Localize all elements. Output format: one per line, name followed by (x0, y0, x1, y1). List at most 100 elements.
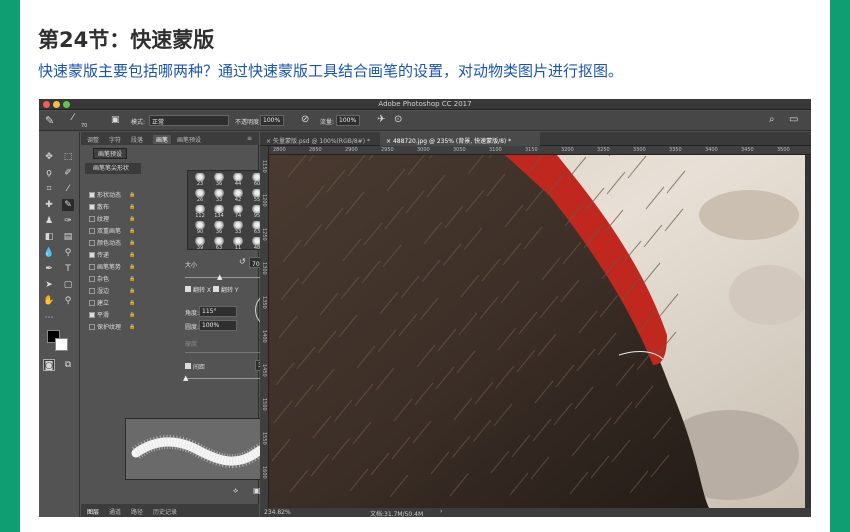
move-tool-icon[interactable]: ✥ (43, 151, 55, 163)
unchecked-checkbox[interactable] (89, 240, 95, 246)
brush-tip-cell[interactable]: 36 (209, 173, 229, 190)
unchecked-checkbox[interactable] (89, 264, 95, 270)
tab-paths[interactable]: 路径 (131, 507, 143, 516)
reset-size-icon[interactable]: ↺ (239, 257, 246, 266)
zoom-tool-icon[interactable]: ⚲ (62, 295, 74, 307)
brush-panel-toggle-icon[interactable]: ▣ (111, 115, 120, 125)
brush-setting-row[interactable]: 颜色动态 🔒 (89, 238, 145, 249)
checked-checkbox[interactable] (89, 252, 95, 258)
quick-mask-icon[interactable]: ◙ (43, 359, 55, 371)
tab-history[interactable]: 历史记录 (153, 507, 177, 516)
brush-setting-row[interactable]: 传递 🔒 (89, 250, 145, 261)
crop-tool-icon[interactable]: ⌗ (43, 183, 55, 195)
brush-presets-button[interactable]: 画笔预设 (93, 148, 127, 159)
brush-tip-cell[interactable]: 63 (209, 237, 229, 254)
brush-tip-cell[interactable]: 74 (228, 205, 248, 222)
workspace-icon[interactable]: ▭ (789, 114, 798, 125)
shape-tool-icon[interactable]: ▢ (62, 279, 74, 291)
unchecked-checkbox[interactable] (89, 276, 95, 282)
brush-setting-row[interactable]: 建立 🔒 (89, 298, 145, 309)
brush-tool-icon[interactable]: ✎ (62, 199, 74, 211)
brush-tip-cell[interactable]: 42 (228, 189, 248, 206)
eyedropper-tool-icon[interactable]: ⁄ (62, 183, 74, 195)
more-tools-icon[interactable]: ⋯ (43, 312, 55, 324)
pressure-opacity-icon[interactable]: ⊘ (301, 114, 309, 125)
brush-setting-row[interactable]: 双重画笔 🔒 (89, 226, 145, 237)
checked-checkbox[interactable] (89, 312, 95, 318)
lock-icon[interactable]: 🔒 (129, 238, 135, 249)
flip-x-checkbox[interactable]: 翻转 X (185, 285, 211, 294)
dodge-tool-icon[interactable]: ⚲ (62, 247, 74, 259)
brush-setting-row[interactable]: 保护纹理 🔒 (89, 322, 145, 333)
healing-tool-icon[interactable]: ✚ (43, 199, 55, 211)
unchecked-checkbox[interactable] (89, 300, 95, 306)
mode-select[interactable]: 正常 (149, 115, 229, 126)
brush-tip-cell[interactable]: 26 (190, 189, 210, 206)
tab-layers[interactable]: 图层 (87, 507, 99, 516)
search-icon[interactable]: ⌕ (769, 114, 775, 125)
blur-tool-icon[interactable]: 💧 (43, 247, 55, 259)
lock-icon[interactable]: 🔒 (129, 226, 135, 237)
stamp-tool-icon[interactable]: ♟ (43, 215, 55, 227)
doc-tab-quick-mask[interactable]: × 488720.jpg @ 235% (背景, 快速蒙版/8) * (380, 132, 540, 146)
brush-tip-cell[interactable]: 134 (209, 205, 229, 222)
brush-tip-cell[interactable]: 90 (190, 221, 210, 238)
lock-icon[interactable]: 🔒 (129, 322, 135, 333)
vertical-scrollbar[interactable] (805, 155, 811, 508)
brush-tip-cell[interactable]: 33 (228, 221, 248, 238)
brush-tip-cell[interactable]: 23 (190, 173, 210, 190)
brush-tip-cell[interactable]: 44 (228, 173, 248, 190)
unchecked-checkbox[interactable] (89, 228, 95, 234)
checked-checkbox[interactable] (89, 192, 95, 198)
marquee-tool-icon[interactable]: ⬚ (62, 151, 74, 163)
brush-preset-picker-icon[interactable]: ⁄ (72, 113, 74, 123)
brush-tip-cell[interactable]: 11 (228, 237, 248, 254)
tab-channels[interactable]: 通道 (109, 507, 121, 516)
brush-tip-cell[interactable]: 33 (209, 189, 229, 206)
lock-icon[interactable]: 🔒 (129, 190, 135, 201)
lock-icon[interactable]: 🔒 (129, 250, 135, 261)
lasso-tool-icon[interactable]: ϙ (43, 167, 55, 179)
brush-tip-shape[interactable]: 画笔笔尖形状 (85, 163, 141, 174)
zoom-readout[interactable]: 234.82% (264, 509, 291, 516)
brush-tip-cell[interactable]: 112 (190, 205, 210, 222)
lock-icon[interactable]: 🔒 (129, 310, 135, 321)
brush-setting-row[interactable]: 纹理 🔒 (89, 214, 145, 225)
brush-setting-row[interactable]: 画笔笔势 🔒 (89, 262, 145, 273)
angle-field[interactable]: 115° (199, 306, 237, 317)
hand-tool-icon[interactable]: ✋ (43, 295, 55, 307)
opacity-field[interactable]: 100% (260, 115, 284, 126)
unchecked-checkbox[interactable] (89, 216, 95, 222)
checked-checkbox[interactable] (89, 204, 95, 210)
status-menu-icon[interactable]: › (440, 508, 442, 515)
brush-tool-icon[interactable]: ✎ (45, 114, 54, 127)
gradient-tool-icon[interactable]: ▤ (62, 231, 74, 243)
brush-tip-cell[interactable]: 39 (190, 237, 210, 254)
tab-brush-presets[interactable]: 画笔预设 (177, 135, 201, 144)
type-tool-icon[interactable]: T (62, 263, 74, 275)
pressure-size-icon[interactable]: ⊙ (394, 114, 402, 125)
roundness-field[interactable]: 100% (199, 320, 237, 331)
lock-icon[interactable]: 🔒 (129, 202, 135, 213)
brush-setting-row[interactable]: 形状动态 🔒 (89, 190, 145, 201)
brush-setting-row[interactable]: 平滑 🔒 (89, 310, 145, 321)
lock-icon[interactable]: 🔒 (129, 298, 135, 309)
tab-brush[interactable]: 画笔 (153, 135, 172, 144)
doc-tab-vector-mask[interactable]: × 矢量蒙版.psd @ 100%(RGB/8#) * (260, 132, 380, 146)
canvas-image[interactable] (269, 155, 805, 508)
flow-field[interactable]: 100% (336, 115, 360, 126)
tab-paragraph[interactable]: 段落 (131, 135, 143, 144)
tab-adjustments[interactable]: 调整 (87, 135, 99, 144)
toggle-preview-icon[interactable]: ⟡ (233, 486, 238, 496)
history-brush-tool-icon[interactable]: ✑ (62, 215, 74, 227)
quick-select-tool-icon[interactable]: ✐ (62, 167, 74, 179)
lock-icon[interactable]: 🔒 (129, 286, 135, 297)
lock-icon[interactable]: 🔒 (129, 214, 135, 225)
tab-character[interactable]: 字符 (109, 135, 121, 144)
brush-setting-row[interactable]: 杂色 🔒 (89, 274, 145, 285)
airbrush-icon[interactable]: ✈ (377, 114, 385, 125)
flip-y-checkbox[interactable]: 翻转 Y (213, 285, 239, 294)
screen-mode-icon[interactable]: ⧉ (62, 359, 74, 371)
lock-icon[interactable]: 🔒 (129, 262, 135, 273)
panel-menu-icon[interactable]: ≡ (247, 135, 252, 142)
